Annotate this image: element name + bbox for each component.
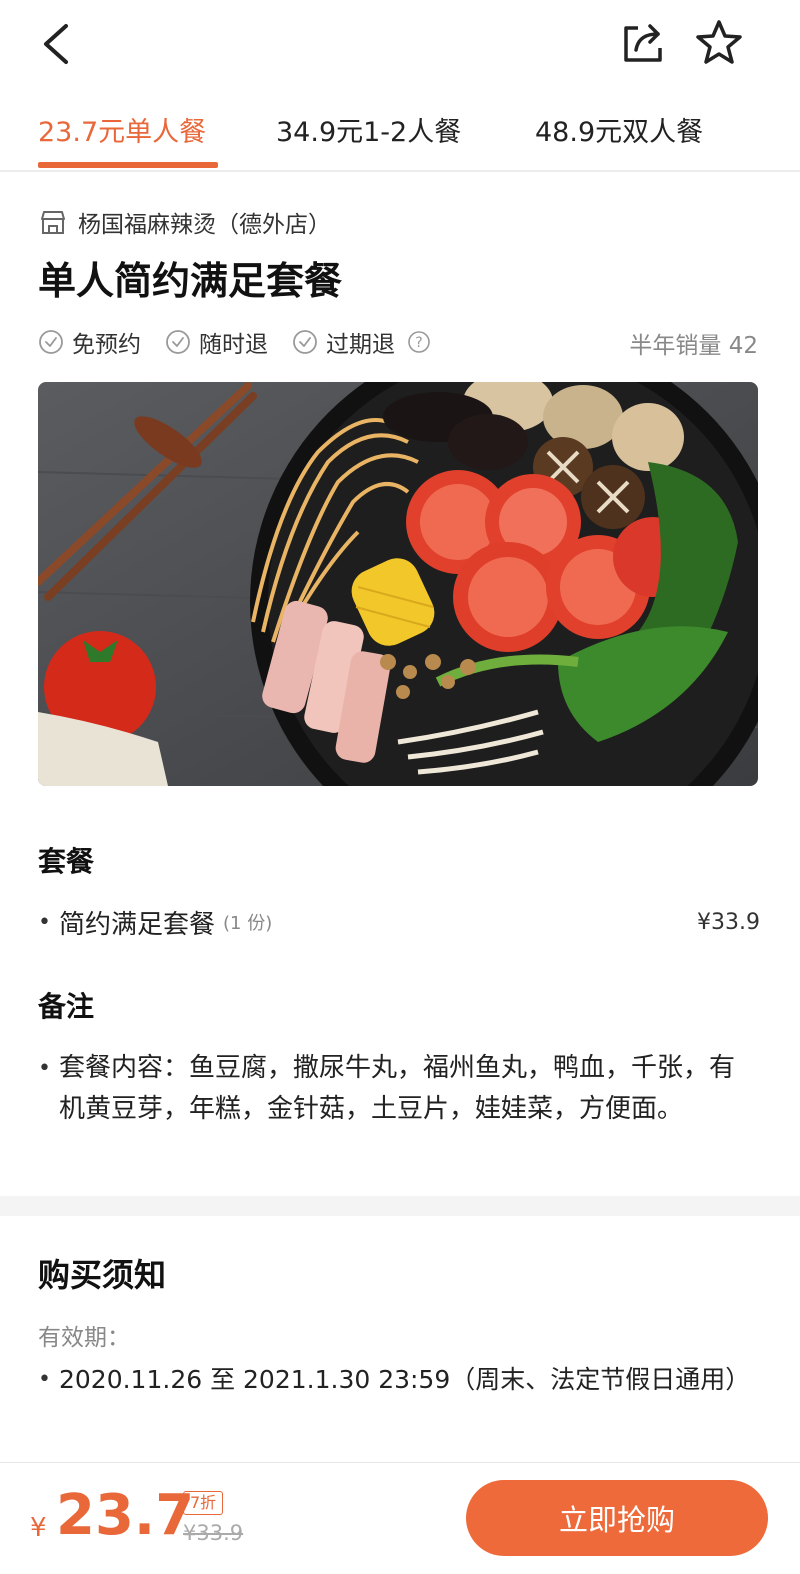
tab-double[interactable]: 48.9元双人餐 [535, 110, 703, 149]
discount-badge: 7折 [183, 1491, 224, 1515]
package-item-price: ¥33.9 [697, 909, 760, 935]
package-item: • 简约满足套餐 (1 份) ¥33.9 [38, 900, 760, 944]
buy-now-button[interactable]: 立即抢购 [466, 1480, 768, 1556]
back-icon[interactable] [38, 22, 74, 66]
share-icon[interactable] [620, 20, 666, 66]
package-tabs: 23.7元单人餐 34.9元1-2人餐 48.9元双人餐 [0, 100, 800, 172]
tag-no-reservation: 免预约 [38, 325, 141, 359]
shop-icon [41, 211, 65, 234]
tag-refund-anytime: 随时退 [165, 325, 268, 359]
bullet: • [38, 1367, 51, 1392]
svg-text:?: ? [415, 335, 422, 351]
service-tags: 免预约 随时退 过期退 ? [38, 322, 455, 362]
tab-single[interactable]: 23.7元单人餐 [38, 110, 206, 149]
currency-sign: ¥ [30, 1513, 47, 1543]
check-circle-icon [39, 330, 63, 354]
tab-one-two[interactable]: 34.9元1-2人餐 [276, 110, 461, 149]
deal-title: 单人简约满足套餐 [38, 259, 343, 303]
food-image [38, 382, 758, 786]
validity-item: • 2020.11.26 至 2021.1.30 23:59（周末、法定节假日通… [38, 1360, 758, 1400]
top-bar [0, 0, 800, 90]
shop-link[interactable]: 杨国福麻辣烫（德外店） [38, 204, 331, 240]
help-icon[interactable]: ? [407, 330, 431, 354]
notes-heading: 备注 [38, 990, 95, 1023]
shop-name: 杨国福麻辣烫（德外店） [78, 212, 331, 238]
bottom-bar: ¥ 23.7 7折 ¥33.9 立即抢购 [0, 1462, 800, 1574]
check-circle-icon [293, 330, 317, 354]
validity-text: 2020.11.26 至 2021.1.30 23:59（周末、法定节假日通用） [58, 1365, 751, 1394]
package-heading: 套餐 [38, 845, 95, 878]
notice-heading: 购买须知 [38, 1256, 167, 1294]
check-circle-icon [166, 330, 190, 354]
star-icon[interactable] [694, 18, 744, 68]
package-item-qty: (1 份) [223, 913, 273, 934]
bullet: • [38, 909, 51, 935]
tag-label: 免预约 [72, 332, 141, 358]
section-divider [0, 1196, 800, 1216]
validity-label: 有效期： [38, 1325, 130, 1351]
sales-count: 半年销量 42 [629, 333, 758, 359]
tag-label: 随时退 [199, 332, 268, 358]
tag-label: 过期退 [326, 332, 395, 358]
package-item-name: 简约满足套餐 [58, 909, 215, 940]
tag-expired-refund: 过期退 ? [292, 325, 431, 359]
tab-indicator [38, 162, 218, 168]
notes-item: • 套餐内容：鱼豆腐，撒尿牛丸，福州鱼丸，鸭血，千张，有机黄豆芽，年糕，金针菇，… [38, 1048, 758, 1130]
original-price: ¥33.9 [183, 1521, 244, 1545]
current-price: 23.7 [56, 1483, 195, 1548]
bullet: • [38, 1056, 51, 1081]
notes-text: 套餐内容：鱼豆腐，撒尿牛丸，福州鱼丸，鸭血，千张，有机黄豆芽，年糕，金针菇，土豆… [58, 1053, 735, 1124]
